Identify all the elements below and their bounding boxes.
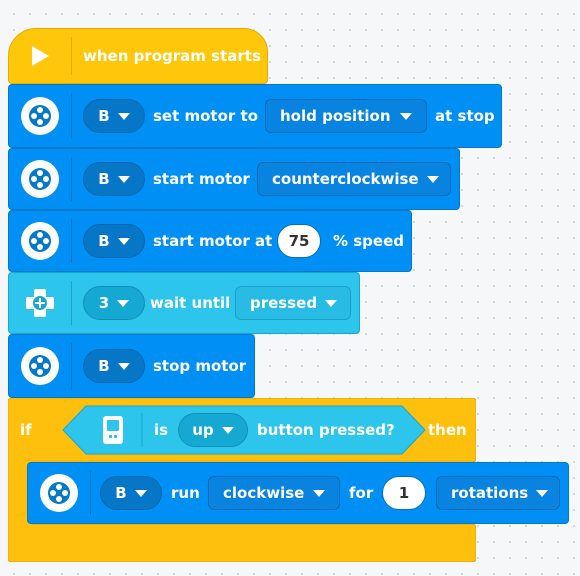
motor-port-dropdown[interactable]: B <box>100 476 162 510</box>
wait-until-label: wait until <box>150 294 231 312</box>
at-stop-label: at stop <box>435 107 495 125</box>
motor-port-dropdown[interactable]: B <box>83 162 145 196</box>
motor-icon <box>9 85 71 147</box>
set-motor-label: set motor to <box>153 107 258 125</box>
run-motor-block[interactable]: B run clockwise for 1 rotations <box>27 462 569 524</box>
is-label: is <box>154 421 169 439</box>
chevron-down-icon <box>221 426 234 434</box>
if-label: if <box>20 421 32 439</box>
start-motor-direction-block[interactable]: B start motor counterclockwise <box>8 148 460 210</box>
direction-value: counterclockwise <box>272 170 419 188</box>
chevron-down-icon <box>313 489 325 497</box>
port-value: B <box>98 170 110 188</box>
unit-value: rotations <box>451 484 529 502</box>
speed-suffix-label: % speed <box>333 232 405 250</box>
run-direction-dropdown[interactable]: clockwise <box>208 476 340 510</box>
motor-port-dropdown[interactable]: B <box>83 349 145 383</box>
speed-input[interactable]: 75 <box>277 224 321 258</box>
motor-icon <box>9 211 71 271</box>
motor-icon <box>9 335 71 397</box>
motor-port-dropdown[interactable]: B <box>83 224 145 258</box>
sensor-icon <box>9 273 71 333</box>
start-motor-speed-block[interactable]: B start motor at 75 % speed <box>8 210 412 272</box>
start-motor-label: start motor <box>153 170 250 188</box>
start-label: when program starts <box>83 47 261 65</box>
direction-dropdown[interactable]: counterclockwise <box>257 162 451 196</box>
stop-motor-block[interactable]: B stop motor <box>8 334 255 398</box>
play-icon <box>9 29 71 83</box>
chevron-down-icon <box>536 489 549 497</box>
chevron-down-icon <box>134 489 147 497</box>
chevron-down-icon <box>117 237 130 245</box>
amount-input[interactable]: 1 <box>382 476 426 510</box>
then-label: then <box>428 421 467 439</box>
for-label: for <box>349 484 374 502</box>
button-dropdown[interactable]: up <box>178 413 248 447</box>
chevron-down-icon <box>117 362 130 370</box>
run-label: run <box>171 484 200 502</box>
stop-mode-dropdown[interactable]: hold position <box>265 99 427 133</box>
hub-icon <box>98 413 128 447</box>
when-program-starts-block[interactable]: when program starts <box>8 28 268 84</box>
wait-until-block[interactable]: 3 wait until pressed <box>8 272 360 334</box>
state-value: pressed <box>250 294 318 312</box>
chevron-down-icon <box>426 175 439 183</box>
sensor-port-dropdown[interactable]: 3 <box>83 286 145 320</box>
run-direction-value: clockwise <box>223 484 305 502</box>
chevron-down-icon <box>117 175 130 183</box>
button-pressed-label: button pressed? <box>257 421 395 439</box>
port-value: B <box>98 232 110 250</box>
motor-icon <box>9 149 71 209</box>
stop-mode-value: hold position <box>280 107 391 125</box>
chevron-down-icon <box>325 299 338 307</box>
motor-icon <box>28 463 90 523</box>
chevron-down-icon <box>117 112 130 120</box>
chevron-down-icon <box>117 299 130 307</box>
start-motor-at-label: start motor at <box>153 232 273 250</box>
state-dropdown[interactable]: pressed <box>235 286 351 320</box>
set-motor-stop-action-block[interactable]: B set motor to hold position at stop <box>8 84 502 148</box>
button-pressed-condition[interactable]: is up button pressed? <box>62 405 426 455</box>
button-value: up <box>192 421 214 439</box>
port-value: B <box>98 357 110 375</box>
chevron-down-icon <box>400 112 412 120</box>
port-value: B <box>98 107 110 125</box>
motor-port-dropdown[interactable]: B <box>83 99 145 133</box>
port-value: B <box>115 484 127 502</box>
stop-motor-label: stop motor <box>153 357 247 375</box>
port-value: 3 <box>98 294 110 312</box>
unit-dropdown[interactable]: rotations <box>436 476 560 510</box>
